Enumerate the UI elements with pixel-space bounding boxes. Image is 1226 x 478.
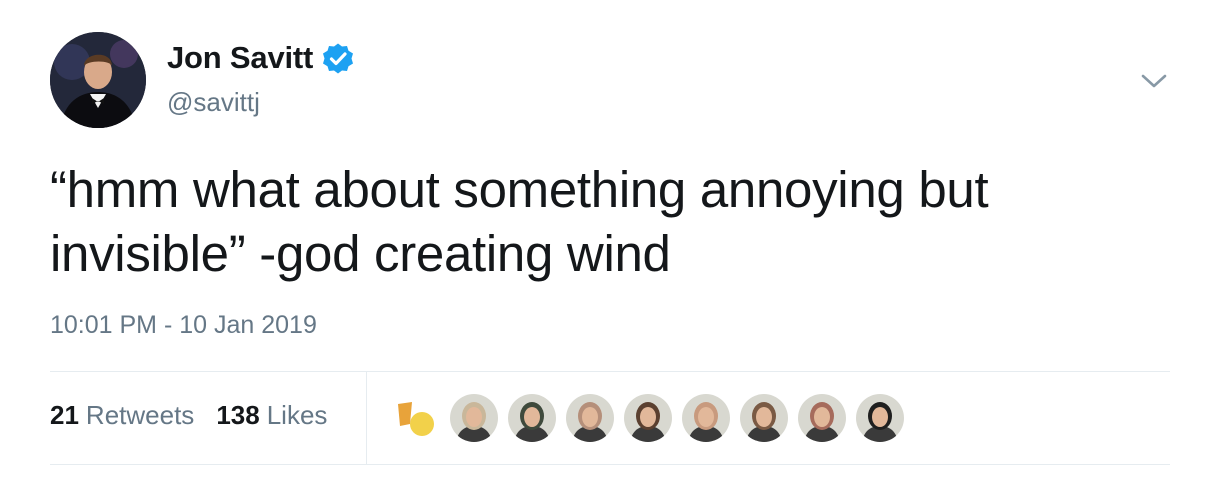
author-avatar[interactable]: [50, 32, 146, 128]
divider: [50, 464, 1170, 465]
liker-avatars: [392, 394, 914, 442]
woman-sunglasses-avatar[interactable]: [566, 394, 614, 442]
user-handle[interactable]: @savittj: [167, 87, 260, 118]
likes-stat[interactable]: 138 Likes: [216, 400, 327, 431]
woman-curly-hair-avatar[interactable]: [682, 394, 730, 442]
man-sunglasses-avatar[interactable]: [798, 394, 846, 442]
stats-separator: [366, 372, 367, 464]
tweet-text: “hmm what about something annoying but i…: [50, 158, 1170, 286]
tweet-text-line: invisible” -god creating wind: [50, 225, 671, 282]
chevron-down-icon[interactable]: [1137, 64, 1171, 98]
tweet-timestamp[interactable]: 10:01 PM - 10 Jan 2019: [50, 311, 317, 340]
woman-outdoors-avatar[interactable]: [450, 394, 498, 442]
retweets-stat[interactable]: 21 Retweets: [50, 400, 194, 431]
likes-count: 138: [216, 400, 260, 430]
tweet-text-line: “hmm what about something annoying but: [50, 161, 989, 218]
woman-black-hair-avatar[interactable]: [856, 394, 904, 442]
woman-smiling-avatar[interactable]: [740, 394, 788, 442]
gday-mate-avatar[interactable]: [392, 394, 440, 442]
retweets-count: 21: [50, 400, 79, 430]
woman-dark-hair-avatar[interactable]: [624, 394, 672, 442]
divider: [50, 371, 1170, 372]
retweets-label: Retweets: [85, 400, 195, 430]
verified-badge-icon: [323, 43, 354, 74]
display-name[interactable]: Jon Savitt: [167, 40, 313, 76]
author-name-row[interactable]: Jon Savitt: [167, 40, 355, 76]
tweet-stats: 21 Retweets 138 Likes: [50, 400, 327, 431]
group-photo-avatar[interactable]: [508, 394, 556, 442]
profile-photo-icon: [50, 32, 146, 128]
likes-label: Likes: [266, 400, 328, 430]
